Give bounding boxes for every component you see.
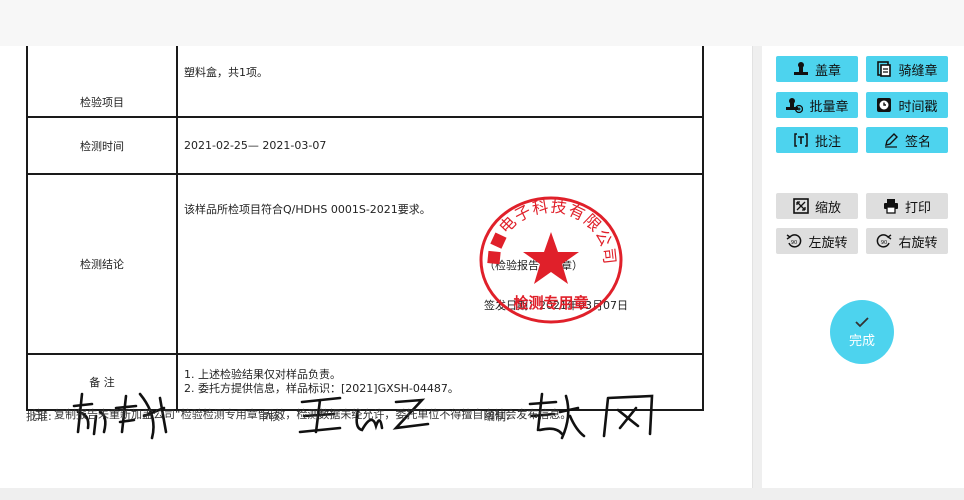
table-row: 检测时间 2021-02-25— 2021-03-07	[26, 116, 704, 175]
seal-center-text: 检测专用章	[513, 294, 588, 312]
sign-label: 签名	[904, 134, 931, 150]
row-label: 检验项目	[26, 46, 178, 118]
rotate-left-icon: 90	[787, 234, 802, 248]
print-label: 打印	[904, 200, 931, 216]
rotate-right-button[interactable]: 90 右旋转	[866, 228, 948, 254]
top-bar	[0, 0, 964, 46]
row-value: 塑料盒，共1项。	[176, 46, 704, 118]
check-icon	[855, 316, 869, 327]
row-value: 2021-02-25— 2021-03-07	[176, 116, 704, 175]
batch-stamp-icon	[786, 98, 804, 113]
remark-line: 1. 上述检验结果仅对样品负责。	[184, 368, 341, 381]
timestamp-label: 时间戳	[898, 99, 938, 115]
svg-text:90: 90	[791, 240, 797, 246]
timestamp-button[interactable]: 时间戳	[866, 92, 948, 118]
company-seal[interactable]: ■■电子科技有限公司 检测专用章	[476, 190, 626, 324]
seam-stamp-button[interactable]: 骑缝章	[866, 56, 948, 82]
annotate-button[interactable]: 批注	[776, 127, 858, 153]
rotate-right-label: 右旋转	[898, 235, 938, 251]
bottom-bar	[0, 488, 964, 500]
zoom-button[interactable]: 缩放	[776, 193, 858, 219]
text-annotation-icon	[794, 133, 808, 147]
document-copy-icon	[877, 61, 892, 77]
zoom-icon	[793, 198, 809, 214]
row-label: 检测时间	[26, 116, 178, 175]
clock-icon	[877, 98, 892, 112]
printer-icon	[883, 199, 898, 214]
done-label: 完成	[848, 333, 875, 349]
svg-text:90: 90	[881, 240, 887, 246]
zoom-label: 缩放	[814, 200, 841, 216]
annotate-label: 批注	[814, 134, 841, 150]
stamp-label: 盖章	[814, 63, 841, 79]
table-row: 检验项目 塑料盒，共1项。	[26, 46, 704, 118]
sign-button[interactable]: 签名	[866, 127, 948, 153]
batch-stamp-label: 批量章	[809, 99, 849, 115]
rotate-left-button[interactable]: 90 左旋转	[776, 228, 858, 254]
report-footnote: 注：复制报告未重新加盖公司“检验检测专用章”无效，检测数据未经允许，委托单位不得…	[32, 408, 572, 421]
seam-stamp-label: 骑缝章	[898, 63, 938, 79]
document-viewer[interactable]: 检验项目 塑料盒，共1项。 检测时间 2021-02-25— 2021-03-0…	[0, 46, 752, 488]
rotate-left-label: 左旋转	[808, 235, 848, 251]
done-button[interactable]: 完成	[830, 300, 894, 364]
print-button[interactable]: 打印	[866, 193, 948, 219]
rotate-right-icon: 90	[877, 234, 892, 248]
conclusion-text: 该样品所检项目符合Q/HDHS 0001S-2021要求。	[184, 203, 431, 216]
star-icon	[523, 232, 579, 284]
row-label: 检测结论	[26, 173, 178, 355]
pen-icon	[884, 133, 898, 148]
batch-stamp-button[interactable]: 批量章	[776, 92, 858, 118]
stamp-button[interactable]: 盖章	[776, 56, 858, 82]
stamp-icon	[793, 62, 808, 75]
